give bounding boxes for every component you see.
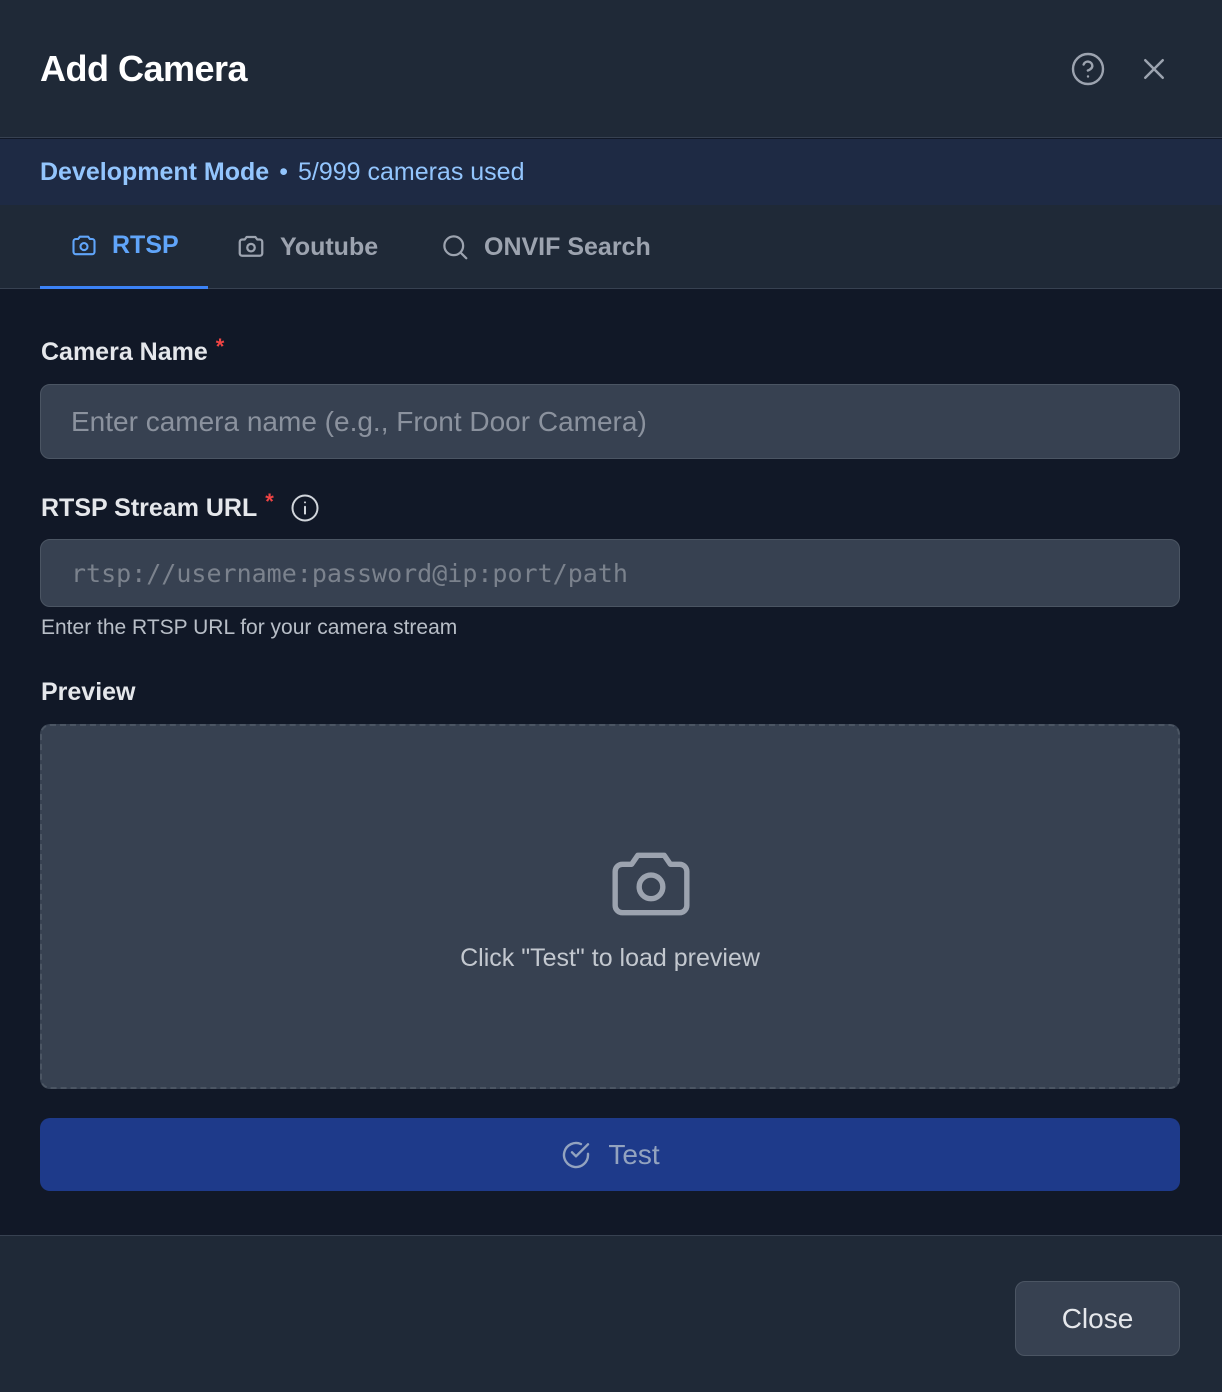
- tab-rtsp[interactable]: RTSP: [40, 205, 208, 289]
- tab-onvif-label: ONVIF Search: [484, 232, 651, 261]
- help-circle-icon: [1071, 52, 1105, 86]
- camera-usage: 5/999 cameras used: [297, 157, 525, 186]
- camera-name-input[interactable]: [40, 384, 1180, 459]
- camera-icon: [72, 235, 96, 255]
- test-button-label: Test: [608, 1138, 660, 1170]
- search-icon: [443, 235, 468, 260]
- preview-message: Click "Test" to load preview: [460, 944, 760, 972]
- rtsp-url-help-text: Enter the RTSP URL for your camera strea…: [41, 616, 458, 639]
- tab-onvif-search[interactable]: ONVIF Search: [440, 205, 651, 289]
- required-asterisk: *: [265, 489, 274, 514]
- source-tabs: RTSP Youtube ONVIF Search: [0, 205, 1222, 289]
- tab-youtube[interactable]: Youtube: [236, 205, 378, 289]
- check-circle-icon: [563, 1141, 590, 1168]
- tab-youtube-label: Youtube: [280, 232, 379, 261]
- preview-area: Click "Test" to load preview: [40, 724, 1180, 1089]
- test-button[interactable]: Test: [40, 1118, 1180, 1191]
- dialog-header: Add Camera: [0, 0, 1222, 138]
- info-icon: [291, 494, 319, 522]
- add-camera-dialog: Add Camera Development Mode • 5/999 came…: [0, 0, 1222, 1392]
- rtsp-url-label: RTSP Stream URL *: [41, 489, 320, 523]
- camera-icon: [238, 235, 264, 257]
- rtsp-url-input[interactable]: [40, 539, 1180, 607]
- required-asterisk: *: [215, 333, 225, 359]
- license-banner: Development Mode • 5/999 cameras used: [0, 139, 1222, 205]
- rtsp-info-button[interactable]: [290, 493, 320, 523]
- help-button[interactable]: [1069, 50, 1107, 88]
- preview-label: Preview: [41, 678, 136, 706]
- camera-name-label: Camera Name *: [41, 334, 224, 367]
- rtsp-url-label-text: RTSP Stream URL: [41, 493, 258, 522]
- tab-rtsp-label: RTSP: [112, 231, 179, 259]
- close-icon: [1144, 59, 1164, 79]
- dialog-footer: Close: [0, 1235, 1222, 1392]
- close-icon-button[interactable]: [1135, 50, 1173, 88]
- banner-separator: •: [279, 157, 288, 186]
- close-button[interactable]: Close: [1015, 1281, 1180, 1356]
- dialog-title: Add Camera: [40, 48, 248, 89]
- mode-label: Development Mode: [40, 157, 270, 186]
- camera-icon: [612, 852, 690, 916]
- camera-name-label-text: Camera Name: [41, 338, 208, 366]
